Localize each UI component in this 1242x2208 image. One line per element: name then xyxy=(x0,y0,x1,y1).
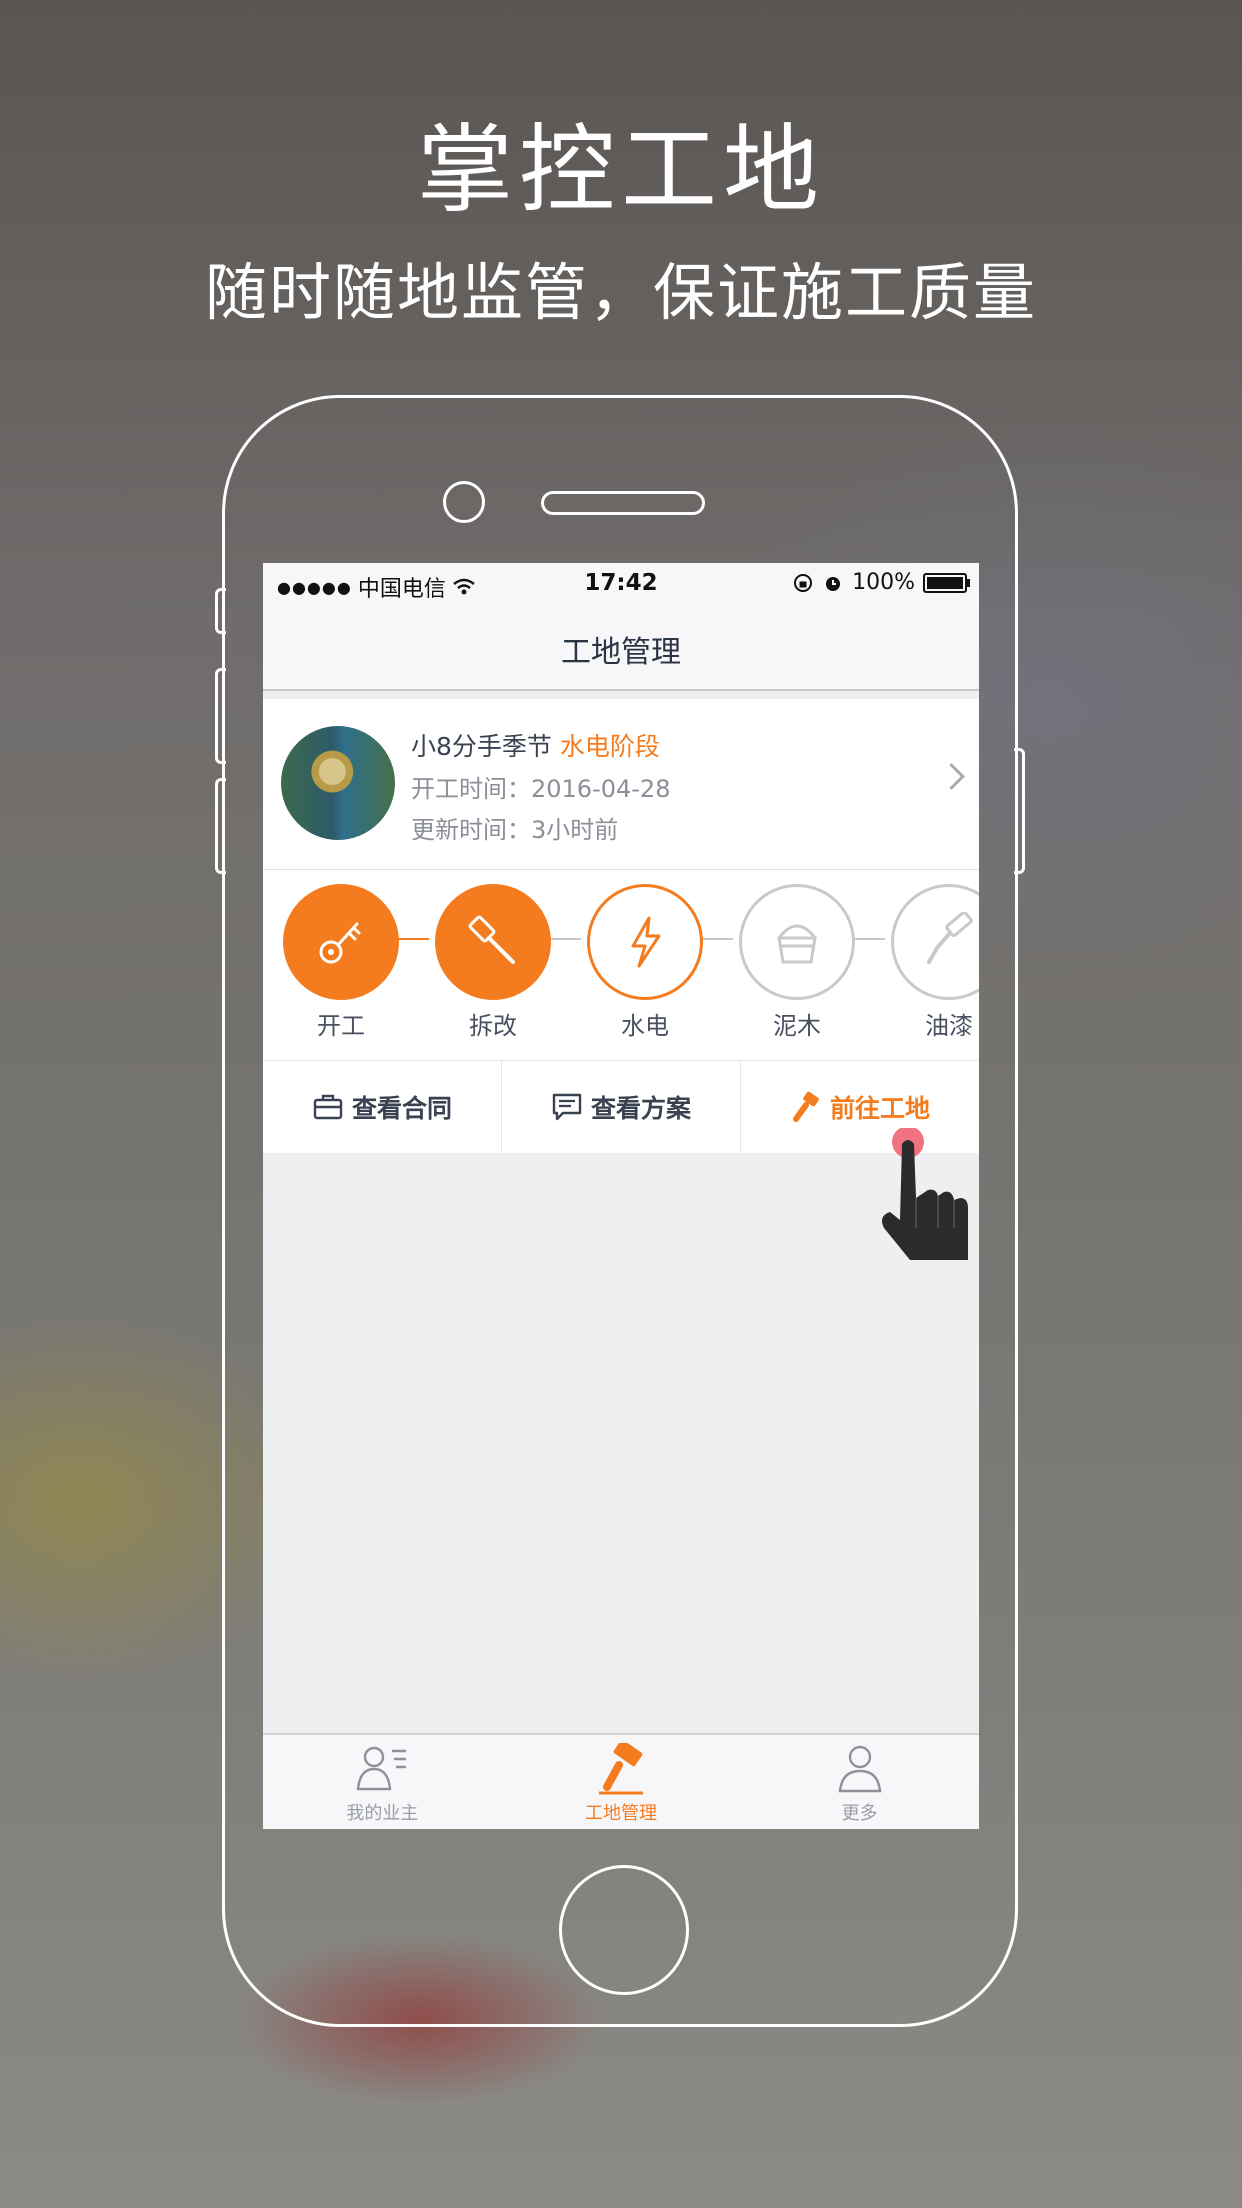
battery-percent: 100% xyxy=(852,570,915,595)
promo-subtitle: 随时随地监管，保证施工质量 xyxy=(204,256,1037,329)
status-bar: ●●●●● 中国电信 17:42 100% xyxy=(263,563,979,603)
power-button xyxy=(1014,748,1025,874)
view-contract-label: 查看合同 xyxy=(351,1094,452,1123)
progress-steps: 开工 拆改 水电 泥木 油漆 xyxy=(263,870,979,1061)
site-updated-time: 更新时间：3小时前 xyxy=(411,816,619,844)
view-contract-button[interactable]: 查看合同 xyxy=(263,1061,502,1153)
site-name: 小8分手季节 xyxy=(411,732,552,761)
tab-bar: 我的业主 工地管理 更多 xyxy=(263,1733,979,1829)
paint-roller-icon xyxy=(599,1743,643,1795)
site-header: 小8分手季节 水电阶段 xyxy=(411,727,660,763)
tab-label: 工地管理 xyxy=(585,1803,657,1824)
promo-title: 掌控工地 xyxy=(417,114,825,226)
mute-switch xyxy=(215,588,226,634)
tab-site-management[interactable]: 工地管理 xyxy=(502,1735,741,1829)
brush-icon xyxy=(792,1091,819,1122)
document-chat-icon xyxy=(552,1093,582,1121)
goto-site-label: 前往工地 xyxy=(829,1094,930,1123)
view-plan-button[interactable]: 查看方案 xyxy=(502,1061,741,1153)
step-youqi[interactable] xyxy=(891,884,979,1000)
tab-my-owners[interactable]: 我的业主 xyxy=(263,1735,502,1829)
rotation-lock-icon xyxy=(794,573,813,592)
user-list-icon xyxy=(357,1746,407,1791)
step-label: 泥木 xyxy=(773,1012,821,1040)
step-label: 开工 xyxy=(317,1012,365,1040)
volume-down-button xyxy=(215,778,226,874)
site-avatar xyxy=(281,726,395,840)
chevron-right-icon xyxy=(938,763,965,790)
step-label: 油漆 xyxy=(925,1012,973,1040)
step-shuidian[interactable] xyxy=(587,884,703,1000)
nav-bar: 工地管理 xyxy=(263,603,979,691)
volume-up-button xyxy=(215,668,226,764)
step-nimu[interactable] xyxy=(739,884,855,1000)
site-card[interactable]: 小8分手季节 水电阶段 开工时间：2016-04-28 更新时间：3小时前 xyxy=(263,699,979,870)
step-label: 拆改 xyxy=(469,1012,517,1040)
tab-more[interactable]: 更多 xyxy=(740,1735,979,1829)
view-plan-label: 查看方案 xyxy=(590,1094,691,1123)
briefcase-icon xyxy=(313,1094,343,1120)
step-kaigong[interactable] xyxy=(283,884,399,1000)
tab-label: 我的业主 xyxy=(346,1803,419,1824)
step-chaigai[interactable] xyxy=(435,884,551,1000)
alarm-icon xyxy=(826,576,841,591)
site-start-date: 开工时间：2016-04-28 xyxy=(411,775,671,803)
paint-roller-icon xyxy=(927,912,973,964)
front-camera xyxy=(443,481,485,523)
lightning-icon xyxy=(631,916,661,968)
battery-icon xyxy=(923,572,970,593)
key-icon xyxy=(319,922,361,964)
user-icon xyxy=(838,1745,881,1793)
page-title: 工地管理 xyxy=(561,635,681,670)
tab-label: 更多 xyxy=(841,1803,878,1824)
site-stage-badge: 水电阶段 xyxy=(559,732,660,761)
step-label: 水电 xyxy=(621,1012,669,1040)
bucket-icon xyxy=(777,924,817,964)
earpiece-speaker xyxy=(541,491,705,515)
tap-hand-icon xyxy=(882,1128,968,1260)
home-button xyxy=(559,1865,689,1995)
hammer-icon xyxy=(468,915,515,964)
